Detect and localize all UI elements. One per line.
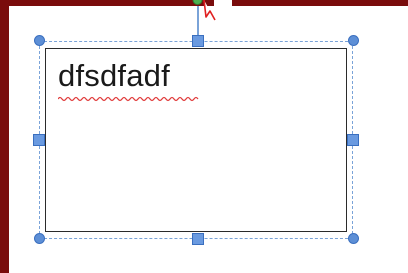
window-frame-left	[0, 0, 9, 273]
resize-handle-right[interactable]	[347, 134, 359, 146]
rotate-handle-icon[interactable]	[192, 0, 203, 8]
canvas: dfsdfadf	[0, 0, 408, 273]
text-box-content[interactable]: dfsdfadf	[58, 60, 170, 91]
resize-handle-bottom[interactable]	[192, 233, 204, 245]
resize-handle-left[interactable]	[33, 134, 45, 146]
resize-handle-bottom-left[interactable]	[34, 233, 45, 244]
resize-handle-top-left[interactable]	[34, 35, 45, 46]
resize-handle-bottom-right[interactable]	[348, 233, 359, 244]
resize-handle-top[interactable]	[192, 35, 204, 47]
resize-handle-top-right[interactable]	[348, 35, 359, 46]
spellcheck-underline	[58, 96, 199, 102]
cursor-icon	[203, 0, 216, 21]
rotate-stem	[197, 6, 199, 36]
